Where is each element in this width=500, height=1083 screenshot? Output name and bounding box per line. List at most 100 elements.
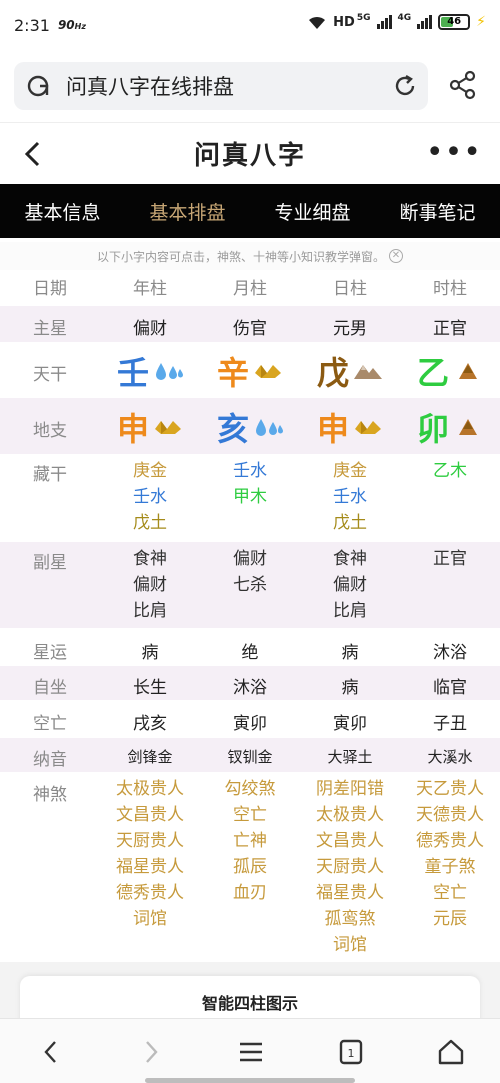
branch-cell[interactable]: 亥 [200,404,300,450]
shensha-item[interactable]: 勾绞煞 [225,776,276,802]
search-engine-icon[interactable] [26,73,52,99]
shensha-item[interactable]: 德秀贵人 [116,880,184,906]
stem-cell[interactable]: 乙 [400,348,500,394]
nayin-value[interactable]: 钗钏金 [200,746,300,767]
sub-star[interactable]: 偏财 [333,572,367,598]
hidden-stem[interactable]: 壬水 [133,484,167,510]
forward-icon[interactable] [136,1037,166,1067]
branch-cell[interactable]: 申 [300,404,400,450]
shensha-item[interactable]: 孤鸾煞 [325,906,376,932]
mountain-icon [354,365,382,379]
row-label: 纳音 [33,750,67,770]
sub-star[interactable]: 偏财 [233,546,267,572]
nayin-value[interactable]: 剑锋金 [100,746,200,767]
hidden-stem[interactable]: 庚金 [333,458,367,484]
more-menu-icon[interactable]: ••• [426,138,482,168]
shensha-item[interactable]: 德秀贵人 [416,828,484,854]
star-fortune-value[interactable]: 绝 [200,638,300,663]
shensha-item[interactable]: 阴差阳错 [316,776,384,802]
hidden-stem[interactable]: 戊土 [333,510,367,536]
tab-detailed-chart[interactable]: 专业细盘 [250,198,375,225]
search-query-text[interactable]: 问真八字在线排盘 [66,71,234,101]
shensha-item[interactable]: 童子煞 [425,854,476,880]
sub-star[interactable]: 食神 [133,546,167,572]
back-arrow-icon[interactable] [20,139,46,169]
shensha-item[interactable]: 天厨贵人 [116,828,184,854]
hidden-stem[interactable]: 壬水 [333,484,367,510]
signal-icon [376,15,392,29]
shensha-item[interactable]: 福星贵人 [116,854,184,880]
branch-cell[interactable]: 卯 [400,404,500,450]
self-seat-value[interactable]: 长生 [100,673,200,698]
shensha-item[interactable]: 血刃 [233,880,267,906]
share-icon[interactable] [448,70,478,100]
shensha-item[interactable]: 天德贵人 [416,802,484,828]
sub-star[interactable]: 偏财 [133,572,167,598]
tab-notes[interactable]: 断事笔记 [375,198,500,225]
title-bar: 问真八字 ••• [0,122,500,184]
status-time: 2:31 [14,15,50,35]
water-drops-icon [156,363,183,380]
home-icon[interactable] [436,1037,466,1067]
hidden-stem[interactable]: 庚金 [133,458,167,484]
void-value[interactable]: 戌亥 [100,709,200,734]
sub-star[interactable]: 食神 [333,546,367,572]
nayin-value[interactable]: 大溪水 [400,746,500,767]
shensha-item[interactable]: 文昌贵人 [116,802,184,828]
hidden-stem[interactable]: 壬水 [233,458,267,484]
wifi-icon [309,16,326,29]
close-icon[interactable]: ✕ [389,249,403,263]
branch-char: 申 [116,410,149,448]
shensha-item[interactable]: 福星贵人 [316,880,384,906]
shensha-item[interactable]: 天厨贵人 [316,854,384,880]
hidden-stems-col: 庚金 壬水 戊土 [100,458,200,536]
refresh-rate: 90Hz [57,18,86,32]
shensha-item[interactable]: 词馆 [133,906,167,932]
shensha-item[interactable]: 文昌贵人 [316,828,384,854]
shensha-item[interactable]: 太极贵人 [316,802,384,828]
stem-cell[interactable]: 辛 [200,348,300,394]
void-value[interactable]: 子丑 [400,709,500,734]
star-fortune-value[interactable]: 病 [100,638,200,663]
sub-star[interactable]: 七杀 [233,572,267,598]
status-icons: HD 5G 4G 46 ⚡ [307,13,486,30]
back-icon[interactable] [36,1037,66,1067]
home-indicator[interactable] [145,1078,355,1083]
hidden-stem[interactable]: 戊土 [133,510,167,536]
shensha-item[interactable]: 亡神 [233,828,267,854]
branch-cell[interactable]: 申 [100,404,200,450]
tabs-icon[interactable]: 1 [336,1037,366,1067]
star-fortune-value[interactable]: 沐浴 [400,638,500,663]
shensha-item[interactable]: 太极贵人 [116,776,184,802]
shensha-item[interactable]: 天乙贵人 [416,776,484,802]
self-seat-value[interactable]: 病 [300,673,400,698]
stem-cell[interactable]: 戊 [300,348,400,394]
search-bar[interactable]: 问真八字在线排盘 [14,62,428,110]
tab-basic-info[interactable]: 基本信息 [0,198,125,225]
sub-star[interactable]: 比肩 [133,598,167,624]
main-star-value[interactable]: 偏财 [100,314,200,339]
main-star-value[interactable]: 正官 [400,314,500,339]
sub-star[interactable]: 比肩 [333,598,367,624]
menu-icon[interactable] [236,1037,266,1067]
hidden-stem[interactable]: 甲木 [233,484,267,510]
hidden-stem[interactable]: 乙木 [433,458,467,484]
nayin-value[interactable]: 大驿土 [300,746,400,767]
main-star-value[interactable]: 元男 [300,314,400,339]
star-fortune-value[interactable]: 病 [300,638,400,663]
shensha-item[interactable]: 空亡 [433,880,467,906]
main-star-value[interactable]: 伤官 [200,314,300,339]
void-value[interactable]: 寅卯 [200,709,300,734]
tab-basic-chart[interactable]: 基本排盘 [125,198,250,225]
shensha-item[interactable]: 元辰 [433,906,467,932]
shensha-item[interactable]: 词馆 [333,932,367,958]
shensha-item[interactable]: 空亡 [233,802,267,828]
shensha-item[interactable]: 孤辰 [233,854,267,880]
sub-star[interactable]: 正官 [433,546,467,572]
header-day: 日柱 [333,279,367,299]
self-seat-value[interactable]: 临官 [400,673,500,698]
stem-cell[interactable]: 壬 [100,348,200,394]
void-value[interactable]: 寅卯 [300,709,400,734]
self-seat-value[interactable]: 沐浴 [200,673,300,698]
refresh-icon[interactable] [392,73,418,99]
